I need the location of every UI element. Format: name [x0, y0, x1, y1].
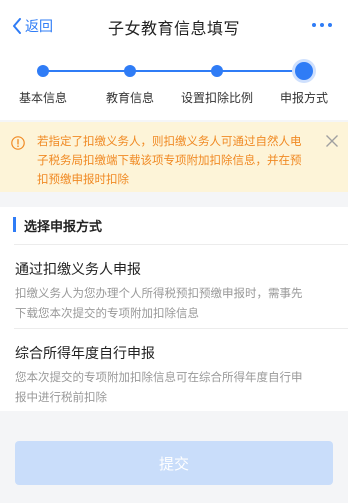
dot-icon	[312, 23, 316, 27]
step-dot-deduction-ratio	[211, 65, 223, 77]
step-label-education-info[interactable]: 教育信息	[106, 89, 154, 106]
progress-steps: 基本信息 教育信息 设置扣除比例 申报方式	[0, 52, 348, 120]
submit-button[interactable]: 提交	[15, 441, 333, 485]
step-label-filing-method: 申报方式	[279, 91, 329, 105]
option-withholding-agent[interactable]: 通过扣缴义务人申报 扣缴义务人为您办理个人所得税预扣预缴申报时，需事先下载您本次…	[0, 259, 348, 329]
warning-circle-icon	[11, 136, 25, 150]
step-connector-line	[42, 70, 304, 72]
nav-header: 返回 子女教育信息填写	[0, 0, 348, 52]
dot-icon	[328, 23, 332, 27]
option-description: 您本次提交的专项附加扣除信息可在综合所得年度自行申报中进行税前扣除	[15, 370, 303, 404]
option-description: 扣缴义务人为您办理个人所得税预扣预缴申报时，需事先下载您本次提交的专项附加扣除信…	[15, 286, 303, 320]
page-title: 子女教育信息填写	[107, 19, 240, 38]
section-header: 选择申报方式	[0, 207, 348, 243]
dot-icon	[320, 23, 324, 27]
section-accent-bar	[13, 217, 16, 232]
option-title: 通过扣缴义务人申报	[15, 262, 141, 278]
option-title: 综合所得年度自行申报	[15, 346, 155, 362]
option-annual-self-filing[interactable]: 综合所得年度自行申报 您本次提交的专项附加扣除信息可在综合所得年度自行申报中进行…	[0, 343, 348, 409]
step-dot-basic-info	[37, 65, 49, 77]
notice-text: 若指定了扣缴义务人，则扣缴义务人可通过自然人电子税务局扣缴端下载该项专项附加扣除…	[37, 134, 302, 186]
divider	[14, 244, 348, 245]
section-title: 选择申报方式	[24, 220, 103, 235]
filing-method-section: 选择申报方式 通过扣缴义务人申报 扣缴义务人为您办理个人所得税预扣预缴申报时，需…	[0, 207, 348, 411]
notice-banner: 若指定了扣缴义务人，则扣缴义务人可通过自然人电子税务局扣缴端下载该项专项附加扣除…	[0, 122, 348, 192]
step-dot-filing-method	[295, 62, 313, 80]
more-menu-button[interactable]	[312, 19, 332, 31]
step-label-deduction-ratio[interactable]: 设置扣除比例	[181, 89, 253, 106]
close-icon[interactable]	[325, 134, 339, 148]
step-label-basic-info[interactable]: 基本信息	[19, 89, 67, 106]
step-dot-education-info	[124, 65, 136, 77]
divider	[14, 328, 348, 329]
